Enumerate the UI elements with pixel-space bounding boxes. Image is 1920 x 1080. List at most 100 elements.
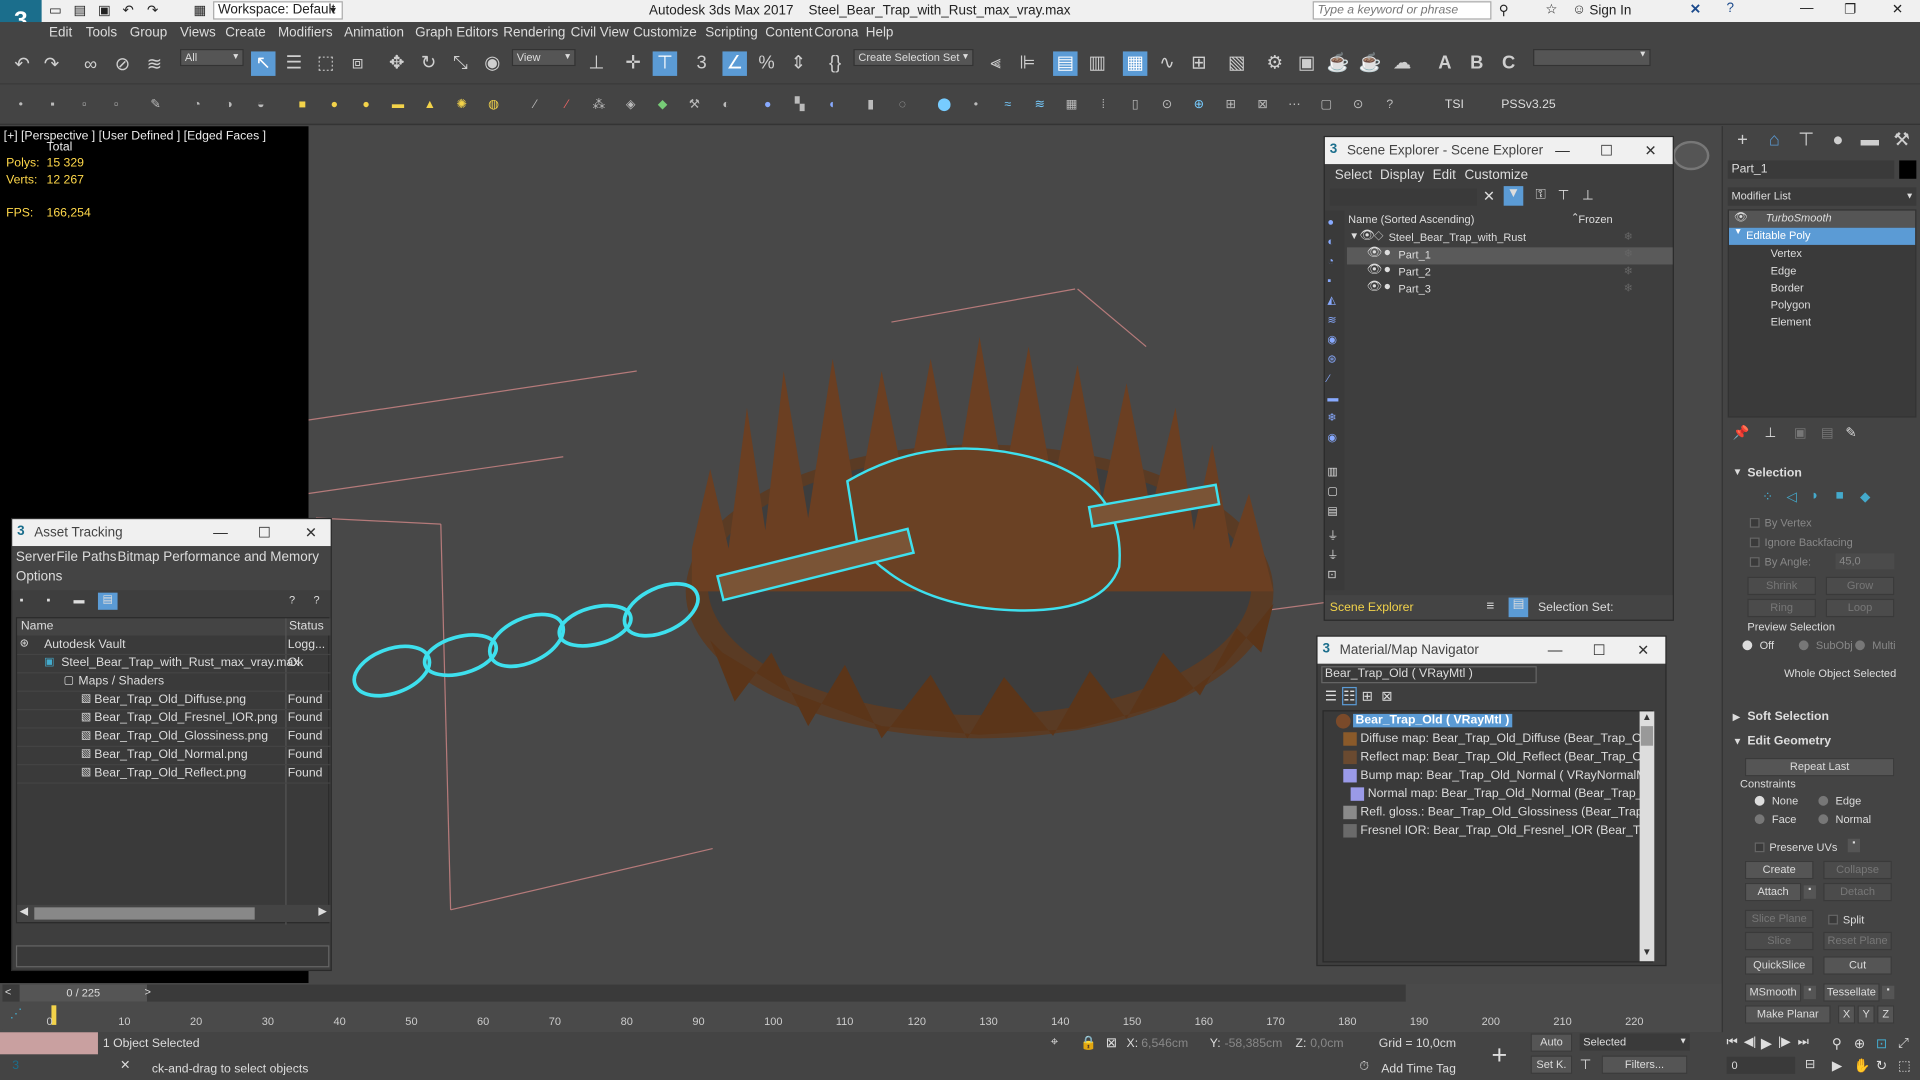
cylinder-icon[interactable]: ▬ (389, 97, 406, 114)
menu-group[interactable]: Group (130, 26, 167, 41)
menu-customize[interactable]: Customize (1465, 168, 1529, 183)
tool-icon[interactable]: ▚ (791, 97, 808, 114)
next-key-icon[interactable]: |▶ (1778, 1036, 1791, 1049)
tool-icon[interactable]: ⊙ (1349, 97, 1366, 114)
prev-key-icon[interactable]: ◀| (1744, 1036, 1757, 1049)
tool-icon[interactable]: ≋ (1031, 97, 1048, 114)
vault-icon[interactable]: ▪ (20, 594, 24, 606)
tool-icon[interactable]: ● (759, 97, 776, 114)
display-cameras-icon[interactable]: ▪ (1327, 274, 1331, 286)
rollout-toggle-icon[interactable]: ▼ (1733, 467, 1743, 478)
hierarchy-expand-icon[interactable]: ⊥ (1582, 187, 1594, 204)
reference-coordinate-dropdown[interactable]: View ▼ (511, 48, 576, 67)
table-row[interactable]: ⊛ Autodesk Vault Logg... (17, 637, 331, 656)
play-icon[interactable]: ▶ (1761, 1035, 1772, 1052)
pivot-icon[interactable]: ⊥ (584, 51, 608, 75)
repeat-last-button[interactable]: Repeat Last (1744, 757, 1895, 777)
slice-plane-button[interactable]: Slice Plane (1744, 909, 1814, 929)
redo-quick-icon[interactable]: ↷ (147, 2, 158, 19)
col-name[interactable]: Name (Sorted Ascending) (1348, 213, 1474, 225)
time-tag-icon[interactable]: ⏱ (1359, 1060, 1369, 1073)
zoom-all-icon[interactable]: ⊕ (1854, 1036, 1865, 1052)
display-xrefs-icon[interactable]: ⊛ (1327, 353, 1336, 366)
new-icon[interactable]: ▭ (49, 2, 62, 19)
vault3-icon[interactable]: ▬ (73, 594, 84, 606)
menu-edit[interactable]: Edit (49, 26, 72, 41)
tool-icon[interactable]: ⊙ (1158, 97, 1175, 114)
display-shapes-icon[interactable]: ◐ (1327, 235, 1334, 247)
frozen-icon[interactable]: ❄ (1624, 264, 1633, 277)
soft-selection-rollout-title[interactable]: Soft Selection (1747, 710, 1829, 723)
preview-subobj-radio[interactable] (1798, 640, 1809, 651)
angle-spinner[interactable]: 45,0 (1835, 553, 1895, 570)
viewcube[interactable] (1672, 140, 1710, 171)
tool-icon[interactable]: ◈ (622, 97, 639, 114)
select-by-name-icon[interactable]: ☰ (282, 51, 306, 75)
eye-icon[interactable]: 👁 (1367, 280, 1383, 293)
rendered-frame-window-icon[interactable]: ▣ (1294, 51, 1318, 75)
tool-icon[interactable]: ⬤ (936, 97, 953, 114)
tool-icon[interactable]: ▪ (44, 97, 61, 114)
table-row[interactable]: ▣ Steel_Bear_Trap_with_Rust_max_vray.max… (17, 655, 331, 674)
menu-graph-editors[interactable]: Graph Editors (415, 26, 498, 41)
border-mode-icon[interactable]: ◗ (1811, 489, 1819, 504)
scroll-up-icon[interactable]: ▲ (1642, 711, 1652, 722)
menu-select[interactable]: Select (1335, 168, 1372, 183)
filter-funnel2-icon[interactable]: ⏚ (1327, 546, 1338, 562)
field-of-view-icon[interactable]: ▶ (1832, 1058, 1842, 1074)
preview-multi-radio[interactable] (1855, 640, 1865, 651)
menu-server[interactable]: Server (16, 550, 56, 565)
tool-icon[interactable]: ✎ (147, 97, 164, 114)
menu-edit[interactable]: Edit (1433, 168, 1456, 183)
maximize-toggle-icon[interactable]: ⬚ (1898, 1058, 1911, 1074)
toggle-layer-explorer-icon[interactable]: ▥ (1085, 51, 1109, 75)
col-status[interactable]: Status (289, 620, 324, 633)
cone-icon[interactable]: ▲ (421, 97, 438, 114)
vault4-icon[interactable]: ▤ (97, 592, 118, 610)
rotate-icon[interactable]: ↻ (416, 51, 440, 75)
menu-modifiers[interactable]: Modifiers (278, 26, 333, 41)
maximize-button[interactable]: ☐ (1597, 141, 1617, 161)
tool-icon[interactable]: ▫ (108, 97, 125, 114)
layers-icon[interactable]: ≡ (1487, 599, 1495, 614)
shrink-button[interactable]: Shrink (1747, 576, 1816, 596)
stack-subobj-element[interactable]: Element (1771, 316, 1811, 328)
create-tab-icon[interactable]: + (1730, 129, 1754, 153)
scroll-right-icon[interactable]: ▶ (318, 905, 326, 918)
table-row[interactable]: ▧ Bear_Trap_Old_Fresnel_IOR.png Found (17, 710, 331, 729)
close-script-icon[interactable]: ✕ (120, 1059, 130, 1072)
quickslice-button[interactable]: QuickSlice (1744, 956, 1814, 975)
menu-display[interactable]: Display (1380, 168, 1424, 183)
text-c-icon[interactable]: C (1496, 51, 1520, 75)
grow-button[interactable]: Grow (1825, 576, 1895, 596)
project-icon[interactable]: ▦ (193, 2, 206, 19)
maximize-button[interactable]: ❐ (1844, 1, 1856, 17)
rectangle-selection-icon[interactable]: ⬚ (313, 51, 337, 75)
menu-corona[interactable]: Corona (814, 26, 858, 41)
tool-icon[interactable]: ▮ (862, 97, 879, 114)
search-input[interactable]: Type a keyword or phrase (1312, 1, 1492, 20)
tool-icon[interactable]: ◌ (894, 97, 911, 114)
display-tab-icon[interactable]: ▬ (1858, 129, 1882, 153)
filter-funnel-icon[interactable]: ⏚ (1327, 527, 1338, 543)
detach-button[interactable]: Detach (1823, 882, 1892, 902)
toggle-scene-explorer-icon[interactable]: ▤ (1053, 51, 1078, 76)
minimize-button[interactable]: — (1553, 141, 1573, 161)
material-name-field[interactable]: Bear_Trap_Old ( VRayMtl ) (1321, 666, 1537, 684)
display-containers-icon[interactable]: ▬ (1327, 392, 1338, 404)
selection-set-icon[interactable]: ▤ (1508, 597, 1529, 618)
make-planar-button[interactable]: Make Planar (1744, 1005, 1831, 1024)
star-icon[interactable]: ☆ (1545, 1, 1557, 17)
tool-icon[interactable]: ◔ (189, 97, 206, 114)
list-view-icon[interactable]: ☰ (1325, 688, 1337, 704)
hierarchy-icon[interactable]: ⊤ (1558, 187, 1570, 204)
tessellate-settings-icon[interactable]: ▪ (1882, 985, 1895, 1000)
tool-icon[interactable]: ⚒ (686, 97, 703, 114)
attach-settings-icon[interactable]: ▪ (1803, 885, 1816, 899)
slice-button[interactable]: Slice (1744, 931, 1814, 951)
motion-tab-icon[interactable]: ● (1826, 129, 1850, 153)
material-map-row[interactable]: Reflect map: Bear_Trap_Old_Reflect (Bear… (1329, 750, 1647, 768)
table-row[interactable]: ▢ Maps / Shaders (17, 673, 331, 692)
prev-frame-icon[interactable]: < (5, 986, 11, 998)
set-key-button[interactable]: Set K. (1530, 1055, 1573, 1074)
